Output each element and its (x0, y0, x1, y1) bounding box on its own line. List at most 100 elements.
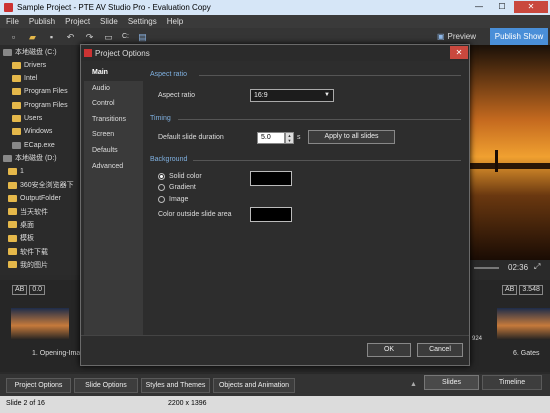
image-label: Image (169, 196, 189, 203)
preview-button[interactable]: ▣ Preview (433, 30, 480, 43)
menu-project[interactable]: Project (65, 17, 90, 26)
drive-label[interactable]: C: (122, 33, 129, 40)
tree-item[interactable]: 软件下载 (8, 246, 48, 258)
project-options-button[interactable]: Project Options (6, 378, 71, 393)
tree-item[interactable]: 本地磁盘 (C:) (3, 46, 57, 58)
folder-icon (8, 234, 17, 242)
section-aspect-ratio: Aspect ratio (150, 71, 187, 78)
background-color-swatch[interactable] (250, 171, 292, 186)
ok-button[interactable]: OK (367, 343, 411, 357)
section-divider (178, 119, 461, 120)
tree-item-label: OutputFolder (20, 194, 61, 202)
collapse-icon[interactable]: ▲ (410, 381, 417, 388)
preview-label: Preview (447, 32, 476, 41)
tree-item-label: 本地磁盘 (C:) (15, 49, 57, 56)
duration-input[interactable]: 5.0 (257, 132, 285, 144)
menu-file[interactable]: File (6, 17, 19, 26)
nav-control[interactable]: Control (84, 96, 143, 112)
tree-item-label: Drivers (24, 61, 47, 69)
menu-help[interactable]: Help (167, 17, 183, 26)
folder-icon (8, 248, 17, 255)
tree-item[interactable]: ECap.exe (12, 139, 55, 151)
project-options-dialog: Project Options ✕ Main Audio Control Tra… (80, 44, 470, 366)
cancel-button[interactable]: Cancel (417, 343, 463, 357)
image-radio[interactable] (158, 196, 165, 203)
close-window-button[interactable]: ✕ (514, 1, 548, 13)
tab-timeline[interactable]: Timeline (482, 375, 542, 390)
nav-defaults[interactable]: Defaults (84, 143, 143, 159)
gradient-radio[interactable] (158, 184, 165, 191)
apply-to-all-slides-button[interactable]: Apply to all slides (308, 130, 395, 144)
slide-thumbnail-6[interactable] (497, 308, 550, 340)
tree-item-label: Program Files (24, 88, 68, 96)
menu-publish[interactable]: Publish (29, 17, 55, 26)
minimize-button[interactable]: — (468, 1, 490, 13)
publish-show-button[interactable]: Publish Show (490, 28, 548, 45)
gradient-label: Gradient (169, 184, 196, 191)
open-folder-icon[interactable]: ▰ (27, 32, 38, 42)
section-divider (193, 160, 461, 161)
slide-size-partial: 924 (472, 336, 483, 342)
app-icon (4, 3, 13, 12)
tree-item[interactable]: Intel (12, 73, 37, 85)
view-icon[interactable]: ▤ (137, 32, 148, 42)
tree-item[interactable]: 当天软件 (8, 206, 48, 218)
redo-icon[interactable]: ↷ (84, 32, 95, 42)
folder-icon (12, 61, 21, 69)
ab-badge-left[interactable]: AB (12, 285, 28, 295)
tree-item[interactable]: OutputFolder (8, 192, 61, 204)
menu-settings[interactable]: Settings (128, 17, 157, 26)
new-file-icon[interactable]: ▫ (8, 32, 19, 42)
duration-left[interactable]: 0.0 (29, 285, 46, 295)
folder-icon (8, 208, 17, 216)
outside-color-swatch[interactable] (250, 207, 292, 222)
aspect-ratio-label: Aspect ratio (158, 92, 195, 99)
duration-right[interactable]: 3.548 (519, 285, 543, 295)
styles-themes-button[interactable]: Styles and Themes (141, 378, 210, 393)
aspect-ratio-select[interactable]: 16:9 ▼ (250, 89, 334, 102)
solid-color-label: Solid color (169, 173, 202, 180)
save-icon[interactable]: ▪ (46, 32, 57, 42)
window-title: Sample Project - PTE AV Studio Pro - Eva… (17, 3, 211, 12)
tree-item[interactable]: Drivers (12, 59, 46, 71)
nav-main[interactable]: Main (84, 65, 143, 81)
tree-item[interactable]: Program Files (12, 86, 68, 98)
slide-label-1: 1. Opening-Imag (32, 350, 85, 357)
menu-slide[interactable]: Slide (100, 17, 118, 26)
nav-advanced[interactable]: Advanced (84, 159, 143, 175)
left-slide-timing: AB 0.0 (12, 285, 46, 295)
slide-thumbnail-1[interactable] (11, 308, 69, 340)
maximize-button[interactable]: ☐ (491, 1, 513, 13)
tree-item[interactable]: 桌面 (8, 219, 34, 231)
tree-item[interactable]: 本地磁盘 (D:) (3, 152, 57, 164)
nav-transitions[interactable]: Transitions (84, 112, 143, 128)
fullscreen-icon[interactable]: ⤢ (534, 262, 540, 272)
tree-item[interactable]: 360安全浏览器下 (8, 179, 74, 191)
tree-item[interactable]: Program Files (12, 99, 68, 111)
duration-stepper[interactable]: ▲ ▼ (285, 132, 294, 144)
drive-icon[interactable]: ▭ (103, 32, 114, 42)
tree-item-label: 当天软件 (20, 208, 48, 216)
tree-item-label: 软件下载 (20, 248, 48, 256)
drive-icon (3, 48, 12, 56)
solid-color-radio[interactable] (158, 173, 165, 180)
slide-options-button[interactable]: Slide Options (74, 378, 138, 393)
tree-item[interactable]: Windows (12, 126, 52, 138)
dialog-close-button[interactable]: ✕ (450, 46, 468, 59)
tab-slides[interactable]: Slides (424, 375, 479, 390)
tree-item[interactable]: 我的图片 (8, 259, 48, 271)
ab-badge-right[interactable]: AB (502, 285, 518, 295)
tree-item-label: 我的图片 (20, 261, 48, 269)
folder-icon (8, 221, 17, 229)
undo-icon[interactable]: ↶ (65, 32, 76, 42)
tree-item[interactable]: Users (12, 113, 42, 125)
tree-item[interactable]: 模板 (8, 232, 34, 244)
folder-icon (8, 261, 17, 269)
nav-audio[interactable]: Audio (84, 81, 143, 97)
folder-icon (8, 168, 17, 176)
tree-item[interactable]: 1 (8, 166, 24, 178)
nav-screen[interactable]: Screen (84, 127, 143, 143)
tree-item-label: Intel (24, 75, 38, 83)
seek-slider[interactable] (474, 267, 499, 269)
objects-animation-button[interactable]: Objects and Animation (213, 378, 295, 393)
